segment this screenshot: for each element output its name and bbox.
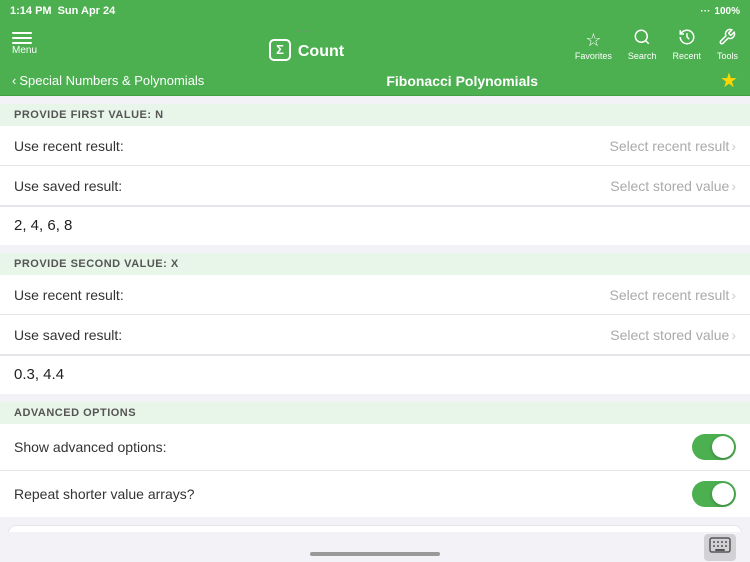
second-value-input-row[interactable] <box>0 355 750 394</box>
search-icon <box>633 28 651 51</box>
search-label: Search <box>628 51 657 61</box>
show-advanced-label: Show advanced options: <box>14 439 167 455</box>
tools-icon <box>718 28 736 51</box>
star-icon: ☆ <box>585 30 601 51</box>
favorites-label: Favorites <box>575 51 612 61</box>
status-time: 1:14 PM <box>10 5 52 17</box>
status-day: Sun Apr 24 <box>58 5 116 17</box>
toggle-knob-2 <box>712 483 734 505</box>
chevron-right-icon-1: › <box>731 138 736 154</box>
recent-result-row-2[interactable]: Use recent result: Select recent result … <box>0 275 750 315</box>
main-content: PROVIDE FIRST VALUE: N Use recent result… <box>0 96 750 562</box>
second-value-input[interactable] <box>14 366 736 383</box>
hamburger-line <box>12 32 32 34</box>
select-saved-text-1: Select stored value <box>610 178 729 194</box>
bottom-bar <box>0 532 750 562</box>
home-indicator <box>310 552 440 556</box>
saved-label-2: Use saved result: <box>14 327 122 343</box>
tools-button[interactable]: Tools <box>717 28 738 61</box>
chevron-right-icon-3: › <box>731 287 736 303</box>
recent-label: Recent <box>672 51 701 61</box>
keyboard-icon[interactable] <box>704 534 736 561</box>
favorite-star-icon[interactable]: ★ <box>720 68 738 93</box>
second-value-header: PROVIDE SECOND VALUE: X <box>0 253 750 275</box>
nav-actions: ☆ Favorites Search Recent <box>575 28 738 61</box>
hamburger-line <box>12 37 32 39</box>
repeat-shorter-row: Repeat shorter value arrays? <box>0 471 750 517</box>
nav-center: ··· Σ Count <box>268 22 344 67</box>
status-dots: ··· <box>700 6 710 17</box>
dots-menu: ··· <box>296 22 316 38</box>
menu-label: Menu <box>12 45 37 56</box>
chevron-right-icon-4: › <box>731 327 736 343</box>
breadcrumb-current: Fibonacci Polynomials <box>386 73 538 89</box>
saved-result-row-2[interactable]: Use saved result: Select stored value › <box>0 315 750 355</box>
favorites-button[interactable]: ☆ Favorites <box>575 30 612 61</box>
select-recent-text-2: Select recent result <box>609 287 729 303</box>
recent-result-row-1[interactable]: Use recent result: Select recent result … <box>0 126 750 166</box>
status-battery: 100% <box>714 6 740 17</box>
first-value-input-row[interactable] <box>0 206 750 245</box>
nav-bar: Menu ··· Σ Count ☆ Favorites Search <box>0 22 750 66</box>
select-saved-2[interactable]: Select stored value › <box>610 327 736 343</box>
advanced-header: ADVANCED OPTIONS <box>0 402 750 424</box>
repeat-shorter-toggle[interactable] <box>692 481 736 507</box>
toggle-knob-1 <box>712 436 734 458</box>
status-bar: 1:14 PM Sun Apr 24 ··· 100% <box>0 0 750 22</box>
search-button[interactable]: Search <box>628 28 657 61</box>
first-value-input[interactable] <box>14 217 736 234</box>
saved-label-1: Use saved result: <box>14 178 122 194</box>
hamburger-line <box>12 42 32 44</box>
svg-text:Σ: Σ <box>276 42 284 57</box>
repeat-shorter-label: Repeat shorter value arrays? <box>14 486 195 502</box>
select-recent-text-1: Select recent result <box>609 138 729 154</box>
select-saved-text-2: Select stored value <box>610 327 729 343</box>
recent-icon <box>678 28 696 51</box>
app-title: Count <box>298 43 344 61</box>
select-recent-1[interactable]: Select recent result › <box>609 138 736 154</box>
breadcrumb-bar: ‹ Special Numbers & Polynomials Fibonacc… <box>0 66 750 96</box>
recent-button[interactable]: Recent <box>672 28 701 61</box>
second-value-section: PROVIDE SECOND VALUE: X Use recent resul… <box>0 253 750 394</box>
tools-label: Tools <box>717 51 738 61</box>
back-button[interactable]: ‹ Special Numbers & Polynomials <box>12 73 204 88</box>
back-chevron-icon: ‹ <box>12 73 16 88</box>
saved-result-row-1[interactable]: Use saved result: Select stored value › <box>0 166 750 206</box>
chevron-right-icon-2: › <box>731 178 736 194</box>
menu-button[interactable]: Menu <box>12 32 37 56</box>
advanced-options-section: ADVANCED OPTIONS Show advanced options: … <box>0 402 750 517</box>
show-advanced-row: Show advanced options: <box>0 424 750 471</box>
select-recent-2[interactable]: Select recent result › <box>609 287 736 303</box>
select-saved-1[interactable]: Select stored value › <box>610 178 736 194</box>
breadcrumb-back-label: Special Numbers & Polynomials <box>19 73 204 88</box>
recent-label-2: Use recent result: <box>14 287 124 303</box>
first-value-section: PROVIDE FIRST VALUE: N Use recent result… <box>0 104 750 245</box>
recent-label-1: Use recent result: <box>14 138 124 154</box>
title-icon: Σ <box>268 38 292 67</box>
show-advanced-toggle[interactable] <box>692 434 736 460</box>
first-value-header: PROVIDE FIRST VALUE: N <box>0 104 750 126</box>
